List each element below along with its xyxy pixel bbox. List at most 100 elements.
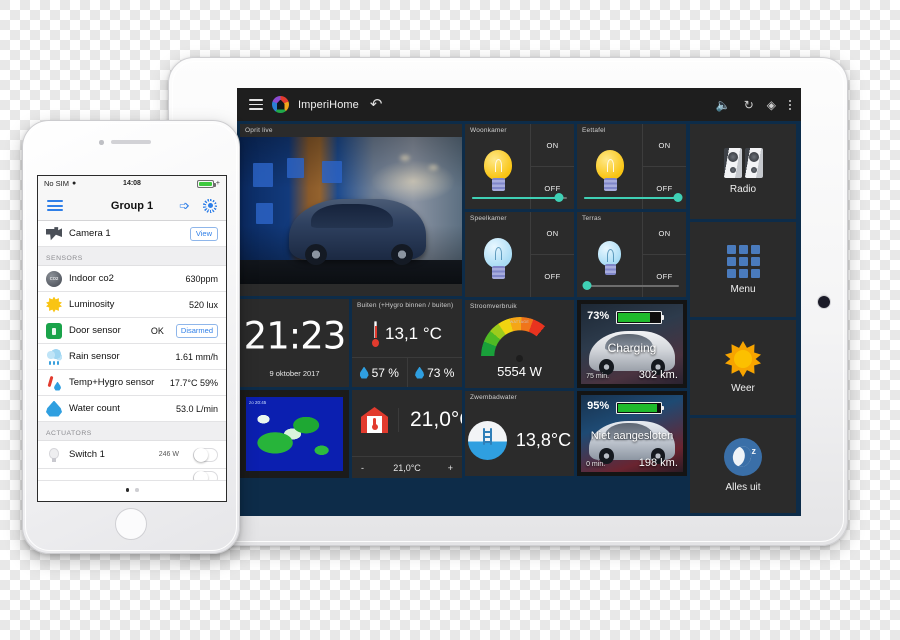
light-label: Eettafel xyxy=(582,127,606,134)
list-item-value: 630ppm xyxy=(185,273,218,284)
outdoor-temperature: 13,1 °C xyxy=(385,324,442,343)
list-item-label: Rain sensor xyxy=(69,351,120,362)
battery-icon xyxy=(196,179,216,188)
phone-nav-bar: Group 1 ➩ xyxy=(38,191,226,221)
ev-background-image: 95% Niet aangesloten 0 min. 198 km. xyxy=(581,395,683,472)
shortcut-all-off[interactable]: z Alles uit xyxy=(690,418,796,513)
phone-home-button[interactable] xyxy=(115,508,147,540)
list-item-partial[interactable] xyxy=(38,469,226,481)
light-off-button[interactable]: OFF xyxy=(531,167,574,209)
phone-status-bar: No SIM ● 14:08 + xyxy=(38,176,226,191)
light-on-button[interactable]: ON xyxy=(643,124,686,167)
phone-screen: No SIM ● 14:08 + Group 1 ➩ Camera 1 View… xyxy=(37,175,227,502)
camera-tile-label: Oprit live xyxy=(245,127,273,134)
list-item[interactable]: Luminosity 520 lux xyxy=(38,292,226,318)
light-on-button[interactable]: ON xyxy=(531,212,574,255)
light-on-button[interactable]: ON xyxy=(531,124,574,167)
light-label: Speelkamer xyxy=(470,215,507,222)
thermostat-tile[interactable]: 21,0°C - 21,0°C + xyxy=(352,390,462,478)
light-dimmer-slider[interactable] xyxy=(472,193,567,202)
thermostat-house-icon xyxy=(361,407,388,433)
light-dimmer-slider[interactable] xyxy=(582,281,679,290)
light-tile-eettafel[interactable]: Eettafel ON OFF xyxy=(577,124,686,209)
gear-icon[interactable] xyxy=(203,198,217,213)
pool-temperature-value: 13,8°C xyxy=(515,430,572,450)
view-button[interactable]: View xyxy=(189,226,218,241)
humidity-outdoor-value: 73 % xyxy=(427,365,455,380)
battery-group: + xyxy=(196,179,220,188)
phone-earpiece xyxy=(111,140,151,144)
list-item[interactable]: Temp+Hygro sensor 17.7°C 59% xyxy=(38,370,226,396)
back-arrow-icon[interactable]: ↶ xyxy=(370,97,383,112)
light-off-button[interactable]: OFF xyxy=(643,167,686,209)
power-gauge-value: 5554 W xyxy=(497,364,542,379)
list-item[interactable]: Door sensor OK Disarmed xyxy=(38,318,226,344)
list-item[interactable]: Rain sensor 1.61 mm/h xyxy=(38,344,226,370)
list-item[interactable]: Water count 53.0 L/min xyxy=(38,396,226,422)
shortcut-radio[interactable]: Radio xyxy=(690,124,796,219)
sun-icon xyxy=(725,341,761,377)
imperihome-logo-icon xyxy=(272,96,289,113)
diamond-icon[interactable]: ◈ xyxy=(767,99,776,111)
overflow-menu-icon[interactable] xyxy=(789,99,791,110)
shortcut-label: Radio xyxy=(729,184,757,195)
clock-tile: 21:23 9 oktober 2017 xyxy=(240,299,349,387)
ev-status-text: Niet aangesloten xyxy=(590,430,674,443)
bulb-on-icon xyxy=(592,146,627,192)
list-item-value: 17.7°C 59% xyxy=(169,377,218,388)
list-item-camera[interactable]: Camera 1 View xyxy=(38,221,226,247)
humidity-indoor-cell: 57 % xyxy=(352,358,407,387)
camera-live-image xyxy=(240,137,462,284)
light-dimmer-slider[interactable] xyxy=(584,193,683,202)
refresh-icon[interactable]: ↻ xyxy=(744,99,754,111)
scene-driveway xyxy=(240,260,462,284)
nav-actions: ➩ xyxy=(179,198,217,213)
light-tile-woonkamer[interactable]: Woonkamer ON OFF xyxy=(465,124,574,209)
grid-menu-icon xyxy=(726,244,760,278)
scene-car xyxy=(288,198,427,266)
ev-battery-percent: 95% xyxy=(587,400,610,413)
light-on-button[interactable]: ON xyxy=(643,212,686,255)
list-item[interactable]: Switch 1 246 W xyxy=(38,441,226,469)
shortcut-weather[interactable]: Weer xyxy=(690,320,796,415)
disarmed-badge[interactable]: Disarmed xyxy=(175,323,218,338)
ev-range: 302 km. xyxy=(638,368,678,381)
shortcut-label: Menu xyxy=(730,283,756,295)
light-off-button[interactable]: OFF xyxy=(531,255,574,297)
microphone-icon[interactable]: 🔈 xyxy=(716,99,731,111)
list-item-label: Temp+Hygro sensor xyxy=(69,377,155,388)
hamburger-icon[interactable] xyxy=(249,99,263,110)
bulb-on-icon xyxy=(480,146,515,192)
charging-plus: + xyxy=(215,180,220,187)
ev-idle-tile[interactable]: 95% Niet aangesloten 0 min. 198 km. xyxy=(577,391,687,476)
switch-toggle[interactable] xyxy=(193,470,218,480)
status-time: 14:08 xyxy=(123,180,141,187)
app-bar-actions: 🔈 ↻ ◈ xyxy=(716,99,791,111)
humidity-indoor-value: 57 % xyxy=(371,365,399,380)
power-gauge-tile: Stroomverbruik WATTAGE 5554 W xyxy=(465,300,574,388)
light-tile-speelkamer[interactable]: Speelkamer ON OFF xyxy=(465,212,574,297)
page-title: Group 1 xyxy=(110,199,154,212)
tablet-home-button[interactable] xyxy=(818,295,830,308)
light-bulb-area[interactable] xyxy=(465,212,530,297)
bulb-off-icon xyxy=(482,237,514,280)
ev-charging-tile[interactable]: 73% Charging 75 min. 302 km. xyxy=(577,300,687,388)
weather-radar-tile[interactable]: zo 20:45 xyxy=(240,390,349,478)
pool-tile-label: Zwembadwater xyxy=(470,394,517,401)
switch-toggle[interactable] xyxy=(193,447,218,462)
page-indicator-dots[interactable] xyxy=(38,481,226,492)
light-off-button[interactable]: OFF xyxy=(643,255,686,297)
shortcut-menu[interactable]: Menu xyxy=(690,222,796,317)
hamburger-icon[interactable] xyxy=(47,200,63,211)
camera-tile[interactable]: Oprit live xyxy=(240,124,462,296)
clock-time: 21:23 xyxy=(243,314,347,358)
list-item-label: Switch 1 xyxy=(69,449,105,460)
share-icon[interactable]: ➩ xyxy=(179,199,190,212)
list-item-value: OK xyxy=(150,325,164,336)
lock-icon xyxy=(46,322,62,339)
list-item[interactable]: CO2 Indoor co2 630ppm xyxy=(38,266,226,292)
thermostat-decrease-button[interactable]: - xyxy=(361,463,364,473)
list-item-label: Indoor co2 xyxy=(69,273,114,284)
light-tile-terras[interactable]: Terras ON OFF xyxy=(577,212,686,297)
thermostat-increase-button[interactable]: + xyxy=(448,463,453,473)
